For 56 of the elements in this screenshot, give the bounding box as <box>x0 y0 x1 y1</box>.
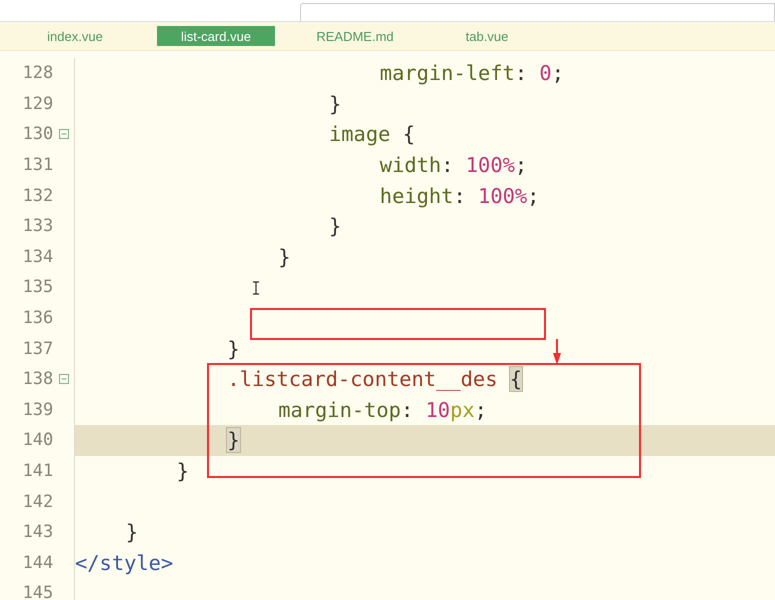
code-brace: { <box>510 367 522 392</box>
line-number: 139 <box>22 400 54 420</box>
line-number: 144 <box>22 552 54 573</box>
line-number: 141 <box>22 461 54 482</box>
code-punctuation: ; <box>474 398 487 422</box>
code-property: margin-top <box>278 398 401 422</box>
fold-icon[interactable] <box>58 129 69 140</box>
code-number: 10 <box>426 398 450 422</box>
code-punctuation: : <box>441 153 454 178</box>
code-punctuation: } <box>329 92 342 116</box>
code-punctuation: } <box>329 214 342 238</box>
code-property: image <box>329 122 390 146</box>
code-property: margin-left <box>380 61 515 86</box>
text-cursor-icon <box>252 281 260 295</box>
line-number: 142 <box>22 492 54 512</box>
file-tab[interactable]: list-card.vue <box>157 26 275 46</box>
search-field[interactable] <box>300 3 775 21</box>
line-number: 128 <box>22 63 54 84</box>
line-number: 137 <box>22 338 54 359</box>
code-punctuation: } <box>278 244 290 269</box>
code-punctuation: ; <box>552 61 564 86</box>
line-number: 131 <box>22 155 54 176</box>
code-number: 100% <box>478 184 528 208</box>
line-number: 132 <box>22 186 54 206</box>
code-punctuation: } <box>176 459 189 484</box>
code-brace: } <box>227 428 240 452</box>
line-number: 134 <box>22 246 54 267</box>
fold-icon[interactable] <box>58 374 69 384</box>
line-number: 129 <box>22 94 54 114</box>
code-selector: .listcard-content__des <box>227 367 498 392</box>
line-number: 135 <box>22 277 54 298</box>
line-number: 143 <box>22 522 54 542</box>
line-number: 133 <box>22 216 54 236</box>
code-property: height <box>380 184 454 208</box>
annotation-arrow <box>552 339 562 365</box>
code-tag: </style> <box>75 550 174 575</box>
code-number: 100% <box>466 153 515 178</box>
code-punctuation: } <box>126 520 138 544</box>
code-number: 0 <box>539 61 552 86</box>
line-number: 136 <box>22 308 54 328</box>
code-punctuation: ; <box>514 153 528 178</box>
code-property: width <box>380 153 442 178</box>
code-punctuation: : <box>514 61 528 86</box>
code-punctuation: : <box>453 184 466 208</box>
line-number: 130 <box>22 124 54 144</box>
file-tab[interactable]: tab.vue <box>421 26 553 46</box>
line-number: 145 <box>22 583 54 600</box>
line-number: 138 <box>22 369 54 390</box>
code-punctuation: ; <box>527 184 540 208</box>
file-tab[interactable]: README.md <box>289 26 421 46</box>
code-punctuation: } <box>227 336 240 361</box>
code-unit: px <box>450 398 475 422</box>
line-number: 140 <box>22 430 54 450</box>
code-punctuation: { <box>402 122 415 146</box>
file-tab[interactable]: index.vue <box>25 26 125 46</box>
code-punctuation: : <box>400 398 414 422</box>
